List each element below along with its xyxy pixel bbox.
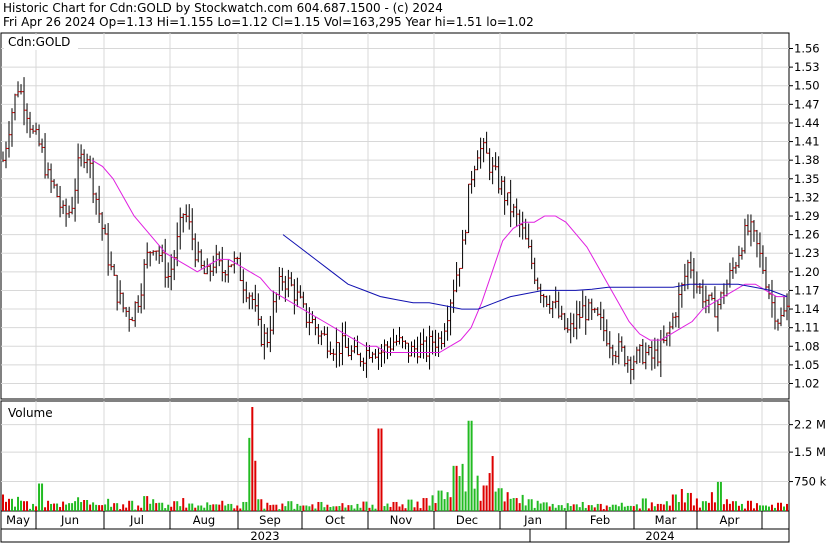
month-label: Jan: [523, 513, 542, 527]
price-tick-label: 1.08: [794, 339, 820, 353]
month-label: Dec: [456, 513, 478, 527]
price-tick-label: 1.11: [794, 321, 820, 335]
volume-tick-label: 1.5 M: [794, 445, 826, 459]
price-tick-label: 1.35: [794, 172, 820, 186]
price-tick-label: 1.20: [794, 265, 820, 279]
volume-axis: 2.2 M 1.5 M 750 k: [789, 418, 827, 489]
price-axis: 1.56 1.53 1.50 1.47 1.44 1.41 1.38 1.35 1.32 1.29…: [789, 42, 820, 390]
month-label: Mar: [655, 513, 677, 527]
price-tick-label: 1.29: [794, 209, 820, 223]
month-label: Oct: [325, 513, 345, 527]
price-tick-label: 1.53: [794, 60, 820, 74]
volume-panel-frame: [0, 400, 790, 512]
month-label: Nov: [390, 513, 413, 527]
volume-tick-label: 2.2 M: [794, 418, 826, 432]
volume-tick-label: 750 k: [794, 475, 827, 489]
symbol-label: Cdn:GOLD: [8, 35, 70, 49]
stock-chart: 1.56 1.53 1.50 1.47 1.44 1.41 1.38 1.35 1.32 1.29…: [0, 32, 827, 543]
month-label: May: [6, 513, 30, 527]
price-tick-label: 1.47: [794, 97, 820, 111]
price-tick-label: 1.17: [794, 283, 820, 297]
year-label: 2023: [250, 529, 279, 543]
price-tick-label: 1.50: [794, 79, 820, 93]
month-label: Jun: [60, 513, 79, 527]
month-label: Jul: [129, 513, 144, 527]
price-tick-label: 1.05: [794, 358, 820, 372]
month-label: Feb: [590, 513, 610, 527]
price-tick-label: 1.44: [794, 116, 820, 130]
month-label: Apr: [720, 513, 740, 527]
volume-label: Volume: [8, 406, 53, 420]
price-tick-label: 1.38: [794, 153, 820, 167]
price-tick-label: 1.56: [794, 42, 820, 56]
price-tick-label: 1.23: [794, 246, 820, 260]
price-tick-label: 1.26: [794, 228, 820, 242]
price-tick-label: 1.14: [794, 302, 820, 316]
year-label: 2024: [645, 529, 674, 543]
month-label: Aug: [193, 513, 215, 527]
price-tick-label: 1.41: [794, 135, 820, 149]
price-tick-label: 1.02: [794, 376, 820, 390]
price-tick-label: 1.32: [794, 190, 820, 204]
month-label: Sep: [259, 513, 281, 527]
